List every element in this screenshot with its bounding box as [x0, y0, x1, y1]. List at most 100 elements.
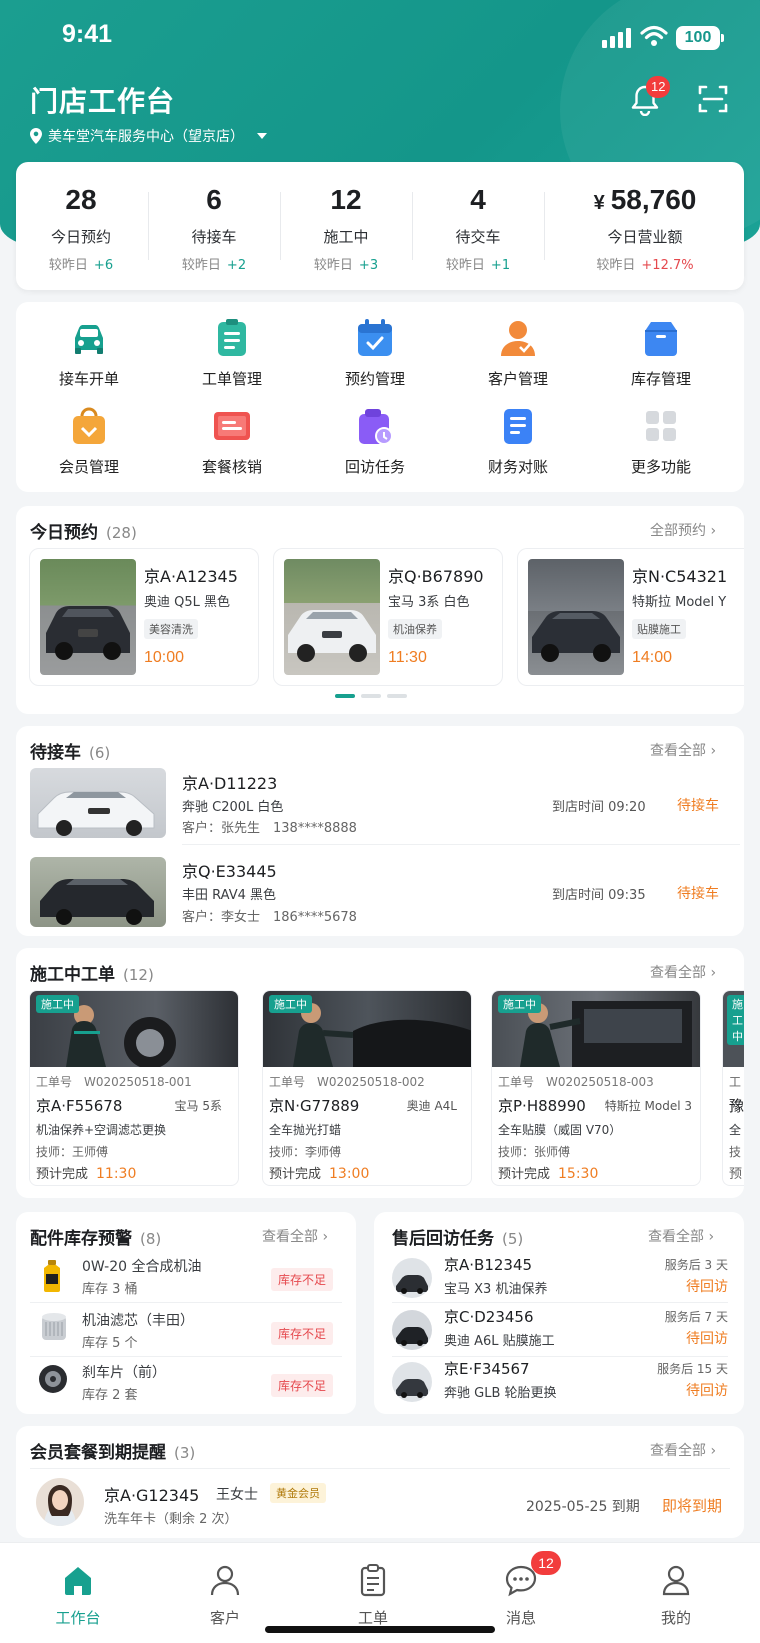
notification-button[interactable]: 12: [628, 76, 671, 118]
inventory-alert-section: 配件库存预警 (8) 查看全部 › 0W-20 全合成机油 库存 3 桶 库存不足…: [16, 1212, 356, 1414]
view-all-members[interactable]: 查看全部 ›: [650, 1440, 716, 1460]
work-order-card[interactable]: 施工中 工单号 W020250518-002 京N·G77889 奥迪 A4L …: [262, 990, 472, 1186]
service-tag: 贴膜施工: [632, 619, 686, 639]
part-name: 0W-20 全合成机油: [82, 1259, 202, 1275]
part-stock: 库存 3 桶: [82, 1282, 138, 1297]
order-plate: 豫: [729, 1097, 744, 1115]
followup-plate: 京A·B12345: [444, 1256, 533, 1274]
stock-status: 库存不足: [271, 1374, 334, 1397]
quick-package-redeem[interactable]: 套餐核销: [172, 406, 292, 477]
followup-desc: 奥迪 A6L 贴膜施工: [444, 1334, 555, 1349]
coupon-icon: [214, 412, 250, 440]
vip-bag-icon: [73, 407, 105, 444]
status-time: 9:41: [62, 20, 113, 48]
order-brand: 奥迪 A4L: [406, 1099, 457, 1113]
stat-revenue[interactable]: ¥58,760 今日营业额 较昨日 +12.7%: [546, 162, 744, 290]
view-all-appointments[interactable]: 全部预约 ›: [650, 520, 716, 540]
quick-appointments[interactable]: 预约管理: [315, 318, 435, 389]
arrival-time: 到店时间 09:35: [552, 888, 646, 903]
stat-appointments[interactable]: 28 今日预约 较昨日 +6: [16, 162, 146, 290]
store-selector[interactable]: 美车堂汽车服务中心（望京店）: [30, 126, 268, 146]
view-all-pending[interactable]: 查看全部 ›: [650, 740, 716, 760]
tab-workbench[interactable]: 工作台: [18, 1543, 138, 1628]
order-plate: 京N·G77889: [269, 1097, 360, 1115]
ledger-icon: [504, 409, 532, 444]
stat-label: 待接车: [191, 228, 237, 246]
appointment-plate: 京N·C54321: [632, 567, 728, 586]
brake-pad-icon: [39, 1365, 67, 1393]
tab-messages[interactable]: 消息 12: [461, 1543, 581, 1628]
carousel-indicator: [335, 694, 407, 698]
order-technician: 技师：李师傅: [269, 1145, 342, 1159]
work-order-card-peek[interactable]: 施工中 工 豫 全 技 预: [722, 990, 744, 1186]
part-stock: 库存 2 套: [82, 1388, 138, 1403]
quick-finance[interactable]: 财务对账: [458, 406, 578, 477]
home-indicator: [265, 1626, 495, 1633]
status-tag: 施工中: [36, 995, 79, 1013]
car-avatar: [392, 1310, 432, 1350]
quick-members[interactable]: 会员管理: [29, 406, 149, 477]
person-icon: [210, 1565, 240, 1596]
calendar-icon: [358, 319, 392, 356]
quick-label: 库存管理: [630, 370, 691, 388]
car-avatar: [392, 1362, 432, 1402]
appointment-time: 11:30: [388, 649, 427, 666]
tab-customers[interactable]: 客户: [165, 1543, 285, 1628]
appointment-card[interactable]: 京A·A12345 奥迪 Q5L 黑色 美容清洗 10:00: [29, 548, 259, 686]
stat-pending-pickup[interactable]: 6 待接车 较昨日 +2: [150, 162, 278, 290]
view-all-in-progress[interactable]: 查看全部 ›: [650, 962, 716, 982]
stat-in-progress[interactable]: 12 施工中 较昨日 +3: [282, 162, 410, 290]
section-title: 今日预约 (28): [30, 523, 137, 543]
view-all-followups[interactable]: 查看全部 ›: [648, 1226, 714, 1246]
followup-plate: 京C·D23456: [444, 1308, 534, 1326]
quick-more[interactable]: 更多功能: [601, 406, 721, 477]
pending-plate: 京A·D11223: [182, 774, 278, 793]
stat-label: 今日营业额: [607, 228, 683, 246]
member-name: 王女士: [216, 1487, 258, 1503]
view-all-inventory[interactable]: 查看全部 ›: [262, 1226, 328, 1246]
quick-customers[interactable]: 客户管理: [458, 318, 578, 389]
followup-status: 待回访: [686, 1383, 728, 1399]
order-number: 工单号 W020250518-003: [498, 1075, 654, 1089]
stat-pending-delivery[interactable]: 4 待交车 较昨日 +1: [414, 162, 542, 290]
followup-plate: 京E·F34567: [444, 1360, 530, 1378]
car-photo: [284, 559, 380, 675]
quick-work-orders[interactable]: 工单管理: [172, 318, 292, 389]
service-tag: 美容清洗: [144, 619, 198, 639]
appointment-card[interactable]: 京N·C54321 特斯拉 Model Y 贴膜施工 14:00: [517, 548, 744, 686]
pending-status: 待接车: [677, 886, 719, 902]
work-order-card[interactable]: 施工中 工单号 W020250518-003 京P·H88990 特斯拉 Mod…: [491, 990, 701, 1186]
stat-value: 4: [470, 184, 486, 215]
messages-badge: 12: [531, 1551, 561, 1575]
quick-label: 财务对账: [487, 458, 548, 476]
appointment-card[interactable]: 京Q·B67890 宝马 3系 白色 机油保养 11:30: [273, 548, 503, 686]
stat-label: 施工中: [323, 228, 369, 246]
grid-icon: [646, 411, 676, 441]
appointment-model: 特斯拉 Model Y: [632, 595, 727, 610]
followup-status: 待回访: [686, 1331, 728, 1347]
order-eta: 预计完成 13:00: [269, 1166, 370, 1182]
stat-label: 待交车: [455, 228, 501, 246]
stat-compare: 较昨日 +6: [48, 258, 114, 273]
appointment-plate: 京Q·B67890: [388, 567, 484, 586]
service-tag: 机油保养: [388, 619, 442, 639]
scan-icon[interactable]: [698, 84, 728, 114]
appointment-plate: 京A·A12345: [144, 567, 238, 586]
pending-status: 待接车: [677, 798, 719, 814]
quick-inventory[interactable]: 库存管理: [601, 318, 721, 389]
stat-compare: 较昨日 +3: [313, 258, 379, 273]
order-service: 机油保养+空调滤芯更换: [36, 1123, 167, 1137]
pending-customer: 客户：李女士 186****5678: [182, 910, 357, 925]
work-order-card[interactable]: 施工中 工单号 W020250518-001 京A·F55678 宝马 5系 机…: [29, 990, 239, 1186]
tab-work-orders[interactable]: 工单: [313, 1543, 433, 1628]
tab-profile[interactable]: 我的: [616, 1543, 736, 1628]
quick-followup[interactable]: 回访任务: [315, 406, 435, 477]
member-expiry-date: 2025-05-25 到期: [526, 1499, 640, 1515]
followup-icon: [359, 409, 393, 445]
appointment-time: 10:00: [144, 649, 185, 666]
quick-car-checkin[interactable]: 接车开单: [29, 318, 149, 389]
followup-status: 待回访: [686, 1279, 728, 1295]
quick-label: 回访任务: [344, 458, 405, 476]
stat-compare: 较昨日 +1: [445, 258, 511, 273]
order-brand: 特斯拉 Model 3: [604, 1099, 692, 1113]
